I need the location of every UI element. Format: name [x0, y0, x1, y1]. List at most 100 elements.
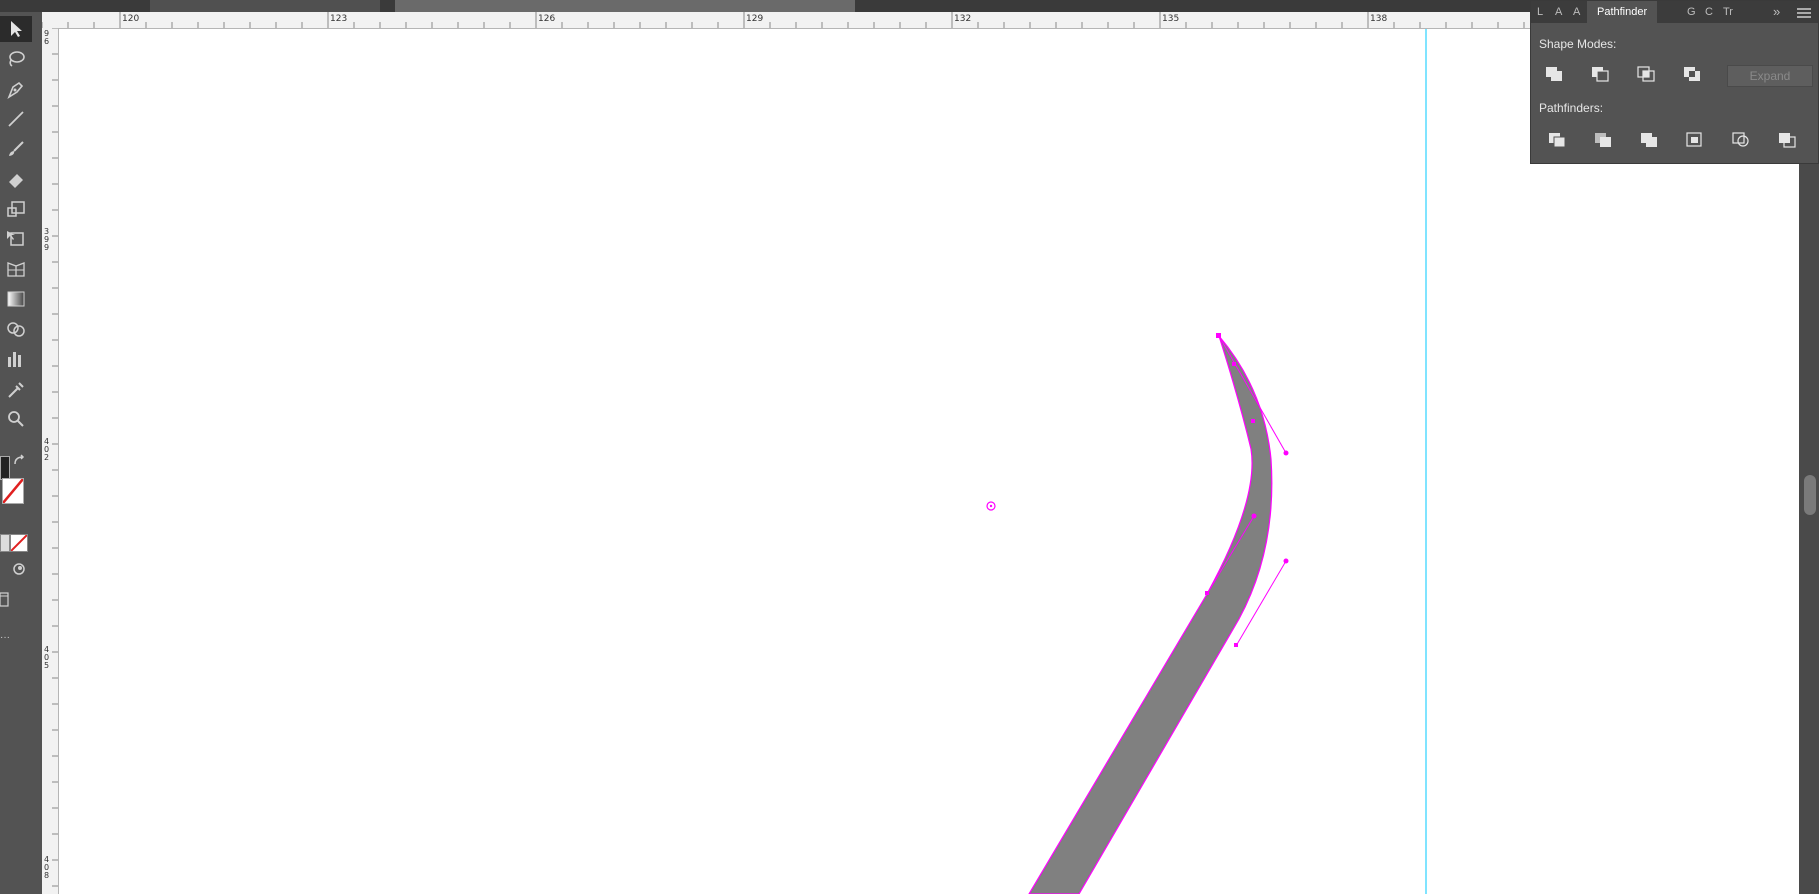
- expand-button[interactable]: Expand: [1727, 65, 1813, 87]
- free-transform-tool[interactable]: [0, 226, 32, 252]
- screen-mode-icon[interactable]: [0, 592, 10, 613]
- ruler-label: 405: [44, 645, 50, 670]
- none-mode-button[interactable]: [10, 534, 28, 552]
- selected-curve-shape[interactable]: [1028, 335, 1273, 894]
- ruler-label: 138: [1370, 14, 1388, 24]
- tab-appearance[interactable]: A: [1569, 1, 1584, 23]
- pen-tool-icon: [5, 79, 27, 99]
- column-graph-tool-icon: [5, 349, 27, 369]
- stroke-swatch[interactable]: [2, 478, 24, 504]
- bezier-handle-point[interactable]: [1283, 558, 1289, 564]
- shape-builder-tool[interactable]: [0, 316, 32, 342]
- pathfinders-label: Pathfinders:: [1539, 101, 1604, 115]
- pathfinder-panel: L A A Pathfinder G C Tr » Shape Modes: E…: [1530, 0, 1819, 164]
- document-tab[interactable]: [150, 0, 380, 12]
- tab-layers[interactable]: L: [1533, 1, 1547, 23]
- ruler-label: 402: [44, 437, 50, 462]
- anchor-point[interactable]: [1205, 591, 1209, 595]
- outline-button[interactable]: [1728, 131, 1754, 153]
- anchor-point[interactable]: [1216, 333, 1221, 338]
- shape-builder-tool-icon: [5, 319, 27, 339]
- document-tabs-strip: [0, 0, 1530, 12]
- divide-icon: [1547, 131, 1567, 154]
- more-tools-icon[interactable]: ···: [0, 632, 10, 643]
- more-tabs-icon[interactable]: »: [1769, 1, 1784, 23]
- intersect-button[interactable]: [1633, 65, 1659, 87]
- bezier-handle-point[interactable]: [1283, 450, 1289, 456]
- minus-front-button[interactable]: [1587, 65, 1613, 87]
- eyedropper-tool-icon: [5, 379, 27, 399]
- gradient-tool-icon: [5, 289, 27, 309]
- tab-artboards[interactable]: A: [1551, 1, 1566, 23]
- scale-tool-icon: [5, 199, 27, 219]
- line-tool-icon: [5, 109, 27, 129]
- horizontal-ruler: 120 123 126 129 132 135 138: [42, 12, 1530, 29]
- minus-front-icon: [1590, 65, 1610, 88]
- unite-button[interactable]: [1541, 65, 1567, 87]
- tab-gradient[interactable]: G: [1683, 1, 1700, 23]
- ruler-label: 399: [44, 227, 50, 252]
- anchor-point[interactable]: [1234, 643, 1238, 647]
- divide-button[interactable]: [1544, 131, 1570, 153]
- pen-tool[interactable]: [0, 76, 32, 102]
- lasso-tool[interactable]: [0, 46, 32, 72]
- center-point-dot: [989, 504, 993, 508]
- zoom-tool[interactable]: [0, 406, 32, 432]
- ruler-label: 96: [44, 29, 50, 46]
- paintbrush-tool-icon: [5, 139, 27, 159]
- trim-icon: [1593, 131, 1613, 154]
- perspective-grid-tool[interactable]: [0, 256, 32, 282]
- eraser-tool[interactable]: [0, 166, 32, 192]
- swap-fill-stroke-icon[interactable]: [12, 454, 28, 473]
- exclude-icon: [1682, 65, 1702, 88]
- column-graph-tool[interactable]: [0, 346, 32, 372]
- selection-tool[interactable]: [0, 16, 32, 42]
- ruler-label: 132: [954, 14, 972, 24]
- ruler-label: 129: [746, 14, 764, 24]
- panel-tab-bar: L A A Pathfinder G C Tr »: [1531, 1, 1818, 23]
- scrollbar-thumb[interactable]: [1804, 475, 1816, 515]
- selection-tool-icon: [6, 19, 26, 39]
- outline-icon: [1731, 131, 1751, 154]
- scale-tool[interactable]: [0, 196, 32, 222]
- tab-pathfinder[interactable]: Pathfinder: [1587, 1, 1658, 23]
- tab-transparency[interactable]: Tr: [1719, 1, 1737, 23]
- anchor-point[interactable]: [1251, 419, 1255, 423]
- anchor-point[interactable]: [1232, 362, 1236, 366]
- ruler-label: 120: [122, 14, 140, 24]
- minus-back-button[interactable]: [1774, 131, 1800, 153]
- eyedropper-tool[interactable]: [0, 376, 32, 402]
- vertical-ruler: 96 399 402 405 408: [42, 28, 59, 894]
- tools-panel: ···: [0, 12, 42, 894]
- intersect-icon: [1636, 65, 1656, 88]
- ruler-label: 123: [330, 14, 348, 24]
- gradient-tool[interactable]: [0, 286, 32, 312]
- draw-mode-icon[interactable]: [12, 562, 26, 581]
- document-tab-active[interactable]: [395, 0, 855, 12]
- crop-icon: [1685, 131, 1705, 154]
- zoom-tool-icon: [5, 409, 27, 429]
- ruler-label: 408: [44, 855, 50, 880]
- line-tool[interactable]: [0, 106, 32, 132]
- fill-stroke-widget[interactable]: [0, 444, 30, 504]
- merge-button[interactable]: [1636, 131, 1662, 153]
- merge-icon: [1639, 131, 1659, 154]
- exclude-button[interactable]: [1679, 65, 1705, 87]
- tab-color[interactable]: C: [1701, 1, 1717, 23]
- ruler-label: 135: [1162, 14, 1180, 24]
- free-transform-tool-icon: [5, 229, 27, 249]
- lasso-tool-icon: [5, 49, 27, 69]
- fill-swatch[interactable]: [0, 456, 10, 480]
- minus-back-icon: [1777, 131, 1797, 154]
- paintbrush-tool[interactable]: [0, 136, 32, 162]
- eraser-tool-icon: [5, 169, 27, 189]
- shape-modes-label: Shape Modes:: [1539, 37, 1617, 51]
- panel-menu-icon[interactable]: [1797, 6, 1811, 24]
- trim-button[interactable]: [1590, 131, 1616, 153]
- ruler-label: 126: [538, 14, 556, 24]
- unite-icon: [1544, 65, 1564, 88]
- color-mode-button[interactable]: [0, 534, 10, 552]
- bezier-handle-point[interactable]: [1251, 513, 1257, 519]
- perspective-grid-tool-icon: [5, 259, 27, 279]
- crop-button[interactable]: [1682, 131, 1708, 153]
